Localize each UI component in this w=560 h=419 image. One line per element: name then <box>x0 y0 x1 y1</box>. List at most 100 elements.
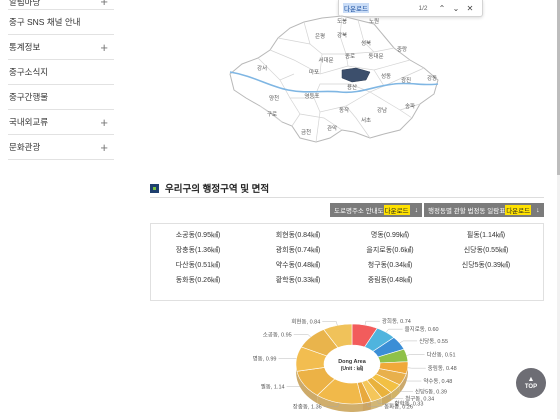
donut-label-leader <box>293 334 311 338</box>
dong-jurisdiction-table-download-button[interactable]: 행정동별 관할 법정동 일람표 다운로드 ↓ <box>424 203 544 217</box>
area-row: 동화동(0.26㎢) 황학동(0.33㎢) 중림동(0.48㎢) <box>151 275 543 289</box>
dong-area-table: 소공동(0.95㎢) 회현동(0.84㎢) 명동(0.99㎢) 필동(1.14㎢) 장충… <box>150 223 544 301</box>
expand-plus-icon[interactable]: + <box>100 0 108 8</box>
section-divider <box>150 197 544 198</box>
district-label: 양천 <box>269 94 279 102</box>
area-row: 소공동(0.95㎢) 회현동(0.84㎢) 명동(0.99㎢) 필동(1.14㎢) <box>151 230 543 244</box>
download-icon: ↓ <box>536 206 540 214</box>
district-label: 용산 <box>347 83 357 91</box>
expand-plus-icon[interactable]: + <box>100 141 108 154</box>
area-cell: 신당동(0.55㎢) <box>463 247 509 254</box>
district-label: 동작 <box>339 107 349 114</box>
donut-label-leader <box>278 358 297 360</box>
donut-center-unit: (Unit : ㎢) <box>341 365 364 372</box>
area-cell: 광희동(0.74㎢) <box>275 247 321 254</box>
area-cell: 신당5동(0.39㎢) <box>461 262 511 269</box>
donut-slice-label: 약수동, 0.48 <box>423 377 452 385</box>
district-label: 도봉 <box>337 18 347 25</box>
download-button-label: 행정동별 관할 법정동 일람표 <box>428 208 506 215</box>
donut-slice-label: 신당동, 0.55 <box>419 337 448 345</box>
area-cell: 다산동(0.51㎢) <box>175 262 221 269</box>
dong-area-donut-chart: 광희동, 0.74을지로동, 0.60 신당동, 0.55 다산동, 0.51 중림동… <box>253 317 457 412</box>
district-label: 구로 <box>267 111 277 118</box>
district-label: 금천 <box>301 128 311 136</box>
area-cell: 회현동(0.84㎢) <box>275 232 321 239</box>
find-close-icon[interactable]: ✕ <box>463 4 477 13</box>
donut-label-leader <box>399 340 418 344</box>
sidebar-item[interactable]: 중구소식지 <box>8 60 114 85</box>
district-label: 은평 <box>315 33 325 40</box>
sidebar-item-label: 알림마당 <box>9 0 41 7</box>
section-bullet-icon <box>150 183 159 193</box>
donut-slice-label: 회현동, 0.84 <box>291 318 320 326</box>
district-label: 광진 <box>401 76 411 84</box>
area-cell: 동화동(0.26㎢) <box>175 277 221 284</box>
find-next-icon[interactable]: ⌄ <box>449 4 463 13</box>
section-title: 우리구의 행정구역 및 면적 <box>150 181 269 195</box>
sidebar-item[interactable]: 알림마당 + <box>8 0 114 10</box>
donut-slice-label: 을지로동, 0.60 <box>405 325 439 333</box>
donut-slice-label: 명동, 0.99 <box>253 355 277 362</box>
district-label: 노원 <box>369 17 379 25</box>
donut-slice-label: 장충동, 1.36 <box>293 403 322 411</box>
district-label: 영등포 <box>304 92 319 100</box>
district-label: 송파 <box>405 102 415 110</box>
donut-slice-label: 광희동, 0.74 <box>382 317 411 325</box>
district-label: 강동 <box>427 75 437 82</box>
download-highlight: 다운로드 <box>505 205 532 215</box>
seoul-district-map: 도봉 노원강북 은평성북중랑종로 동대문서대문강서마포 중구성동광진 강동용산양천 영등포동… <box>229 15 439 143</box>
find-query-text: 다운로드 <box>343 3 369 13</box>
donut-label-leader <box>322 321 338 326</box>
donut-label-leader <box>386 328 403 333</box>
donut-slice-label: 다산동, 0.51 <box>427 350 456 358</box>
road-address-map-download-button[interactable]: 도로명주소 안내도 다운로드 ↓ <box>330 203 423 217</box>
area-cell: 중림동(0.48㎢) <box>367 277 413 284</box>
area-cell: 청구동(0.34㎢) <box>367 262 413 269</box>
donut-slice-label: 소공동, 0.95 <box>263 331 292 338</box>
sidebar-item[interactable]: 국내외교류 + <box>8 110 114 135</box>
download-icon: ↓ <box>414 206 419 214</box>
sidebar-item-label: 중구 SNS 채널 안내 <box>9 17 81 27</box>
area-row: 장충동(1.36㎢) 광희동(0.74㎢) 을지로동(0.6㎢) 신당동(0.55㎢) <box>151 245 543 259</box>
donut-label-leader <box>406 354 425 356</box>
sidebar-item[interactable]: 통계정보 + <box>8 35 114 60</box>
area-cell: 장충동(1.36㎢) <box>175 247 221 254</box>
find-input[interactable]: 다운로드 <box>343 2 411 14</box>
area-cell: 소공동(0.95㎢) <box>175 232 221 239</box>
area-row: 다산동(0.51㎢) 약수동(0.48㎢) 청구동(0.34㎢) 신당5동(0.39㎢… <box>151 260 543 274</box>
district-label: 서초 <box>361 116 371 124</box>
district-label: 중구 <box>351 61 361 68</box>
district-label: 강북 <box>337 32 347 39</box>
expand-plus-icon[interactable]: + <box>100 41 108 54</box>
district-label: 중랑 <box>397 46 407 53</box>
section-title-text: 우리구의 행정구역 및 면적 <box>165 184 270 195</box>
area-cell: 약수동(0.48㎢) <box>275 262 321 269</box>
sidebar-item-label: 문화관광 <box>9 142 41 152</box>
donut-label-leader <box>364 320 380 326</box>
top-button-label: TOP <box>524 384 538 390</box>
sidebar-item[interactable]: 문화관광 + <box>8 135 114 160</box>
scroll-to-top-button[interactable]: ▲ TOP <box>516 368 546 398</box>
district-label: 종로 <box>345 53 355 60</box>
donut-center-title: Dong Area <box>338 359 367 365</box>
find-prev-icon[interactable]: ⌃ <box>435 4 449 13</box>
sidebar-item[interactable]: 중구간행물 <box>8 85 114 110</box>
donut-slice-label: 중림동, 0.48 <box>428 364 457 372</box>
area-cell: 필동(1.14㎢) <box>466 232 506 239</box>
district-label: 관악 <box>327 124 337 132</box>
district-label: 서대문 <box>318 56 333 64</box>
district-label: 강서 <box>257 64 267 72</box>
district-label: 성동 <box>381 72 391 80</box>
area-cell: 을지로동(0.6㎢) <box>366 247 414 254</box>
expand-plus-icon[interactable]: + <box>100 116 108 129</box>
district-label: 성북 <box>361 39 371 47</box>
sidebar-item[interactable]: 중구 SNS 채널 안내 <box>8 10 114 35</box>
download-highlight: 다운로드 <box>383 205 410 215</box>
district-label: 강남 <box>377 106 387 114</box>
area-cell: 황학동(0.33㎢) <box>275 277 321 284</box>
donut-slice-label: 동화동, 0.26 <box>384 403 413 410</box>
sidebar-item-label: 중구소식지 <box>9 67 49 77</box>
up-arrow-icon: ▲ <box>527 376 535 383</box>
district-label: 마포 <box>309 68 319 76</box>
sidebar-menu: 알림마당 + 중구 SNS 채널 안내 통계정보 + 중구소식지 중구간행물 국내외교류 + 문화… <box>8 0 114 160</box>
